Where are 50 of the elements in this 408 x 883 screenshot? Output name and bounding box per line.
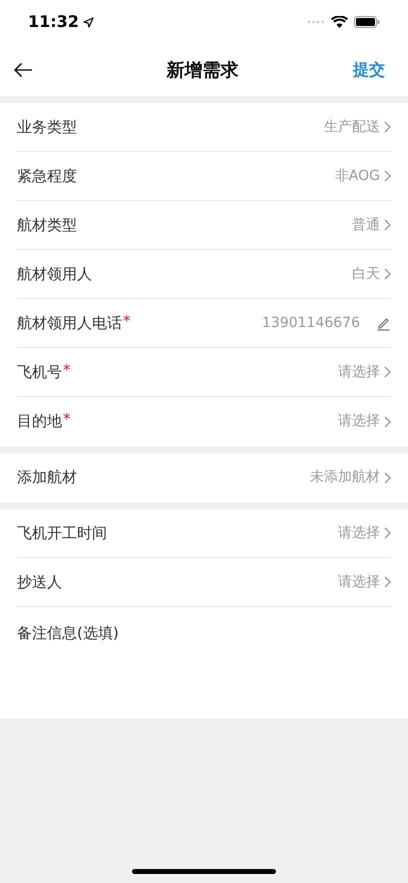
field-label: 目的地: [17, 411, 62, 432]
field-value: 请选择: [338, 572, 380, 592]
chevron-right-icon: [384, 527, 391, 539]
form-row[interactable]: 航材领用人电话* 13901146676: [17, 299, 391, 348]
chevron-right-icon: [384, 219, 391, 231]
field-value: 请选择: [338, 362, 380, 382]
chevron-right-icon: [384, 121, 391, 133]
form-row[interactable]: 紧急程度 非AOG: [17, 152, 391, 201]
page-title: 新增需求: [166, 58, 238, 82]
field-label: 业务类型: [17, 116, 77, 138]
field-label: 飞机号: [17, 362, 62, 383]
field-value: 请选择: [338, 412, 380, 431]
signal-icon: [307, 20, 325, 24]
chevron-right-icon: [384, 472, 391, 484]
field-label: 备注信息(选填): [17, 624, 119, 642]
field-label: 航材领用人电话: [17, 312, 122, 334]
chevron-right-icon: [384, 576, 391, 588]
battery-icon: [354, 16, 380, 28]
field-value: 白天: [352, 264, 380, 284]
field-label: 紧急程度: [17, 166, 77, 187]
field-label: 抄送人: [17, 572, 62, 593]
required-mark: *: [63, 409, 70, 430]
required-mark: *: [123, 310, 130, 332]
field-value: 未添加航材: [310, 468, 380, 487]
field-value: 非AOG: [334, 166, 380, 186]
chevron-right-icon: [384, 366, 391, 378]
chevron-right-icon: [384, 170, 391, 182]
pencil-icon[interactable]: [376, 316, 391, 330]
form-row[interactable]: 飞机开工时间 请选择: [17, 509, 391, 558]
back-arrow-icon: [13, 62, 33, 78]
form-row[interactable]: 飞机号* 请选择: [17, 348, 391, 397]
field-label: 添加航材: [17, 467, 77, 488]
submit-link[interactable]: 提交: [353, 58, 396, 82]
wifi-icon: [331, 16, 348, 28]
location-arrow-icon: [82, 16, 94, 28]
form-row[interactable]: 航材领用人 白天: [17, 250, 391, 299]
form-row[interactable]: 业务类型 生产配送: [17, 103, 391, 152]
status-time: 11:32: [28, 11, 79, 33]
form-row[interactable]: 目的地* 请选择: [17, 397, 391, 446]
required-mark: *: [63, 360, 70, 381]
chevron-right-icon: [384, 416, 391, 428]
field-label: 飞机开工时间: [17, 522, 107, 544]
field-value: 普通: [352, 216, 380, 234]
form-row[interactable]: 航材类型 普通: [17, 201, 391, 250]
field-label: 航材领用人: [17, 264, 92, 285]
field-label: 航材类型: [17, 214, 77, 236]
chevron-right-icon: [384, 268, 391, 280]
field-value: 生产配送: [324, 118, 380, 136]
field-value: 13901146676: [262, 314, 360, 332]
field-value: 请选择: [338, 524, 380, 542]
